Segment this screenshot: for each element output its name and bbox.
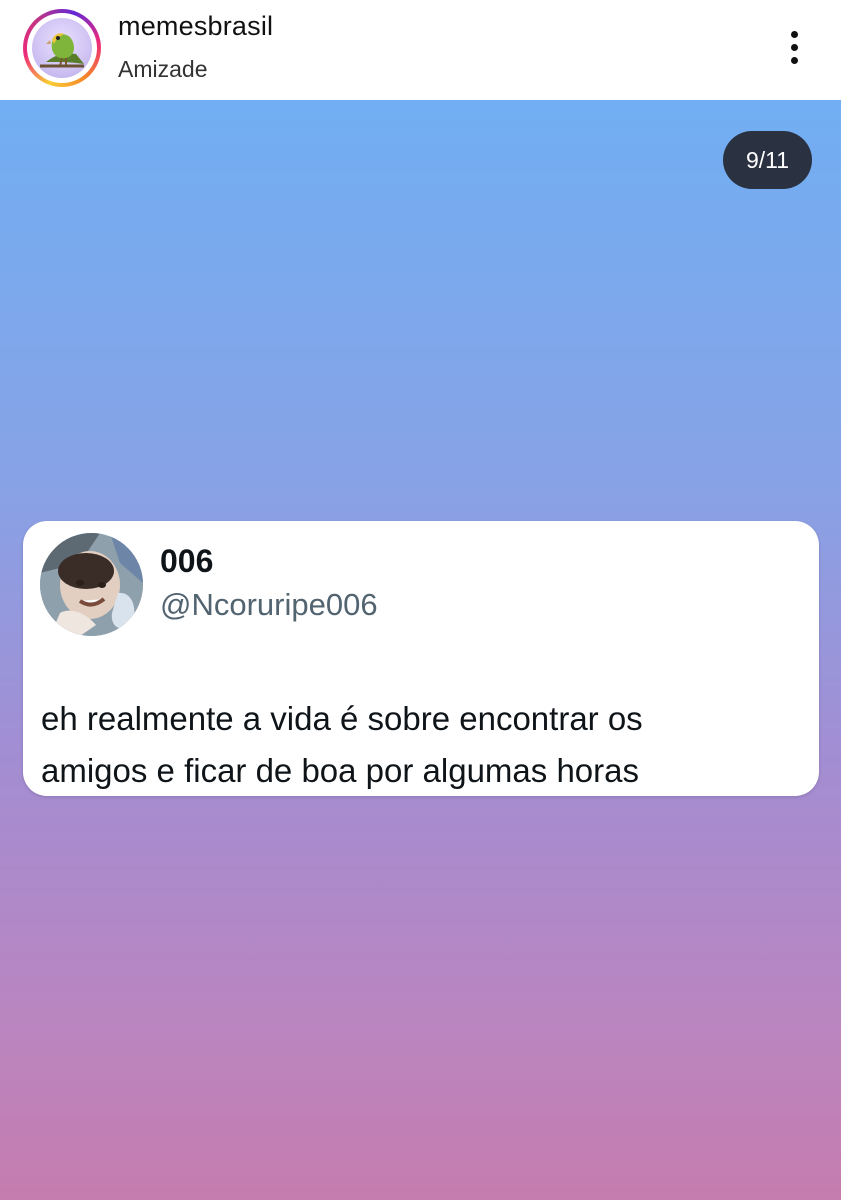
account-subtitle[interactable]: Amizade — [118, 56, 207, 83]
story-ring[interactable] — [23, 9, 101, 87]
more-vertical-icon — [791, 31, 798, 38]
account-name[interactable]: memesbrasil — [118, 11, 273, 42]
tweet-text-line-1: eh realmente a vida é sobre encontrar os — [41, 700, 643, 737]
tweet-handle: @Ncoruripe006 — [160, 587, 378, 622]
profile-photo-icon — [40, 533, 143, 636]
avatar-border — [27, 13, 97, 83]
tweet-text: eh realmente a vida é sobre encontrar os… — [41, 693, 811, 797]
tweet-card: 006 @Ncoruripe006 eh realmente a vida é … — [23, 521, 819, 796]
more-vertical-icon-dot-3 — [791, 57, 798, 64]
more-vertical-icon-dot-2 — [791, 44, 798, 51]
tweet-display-name: 006 — [160, 543, 214, 579]
tweet-text-line-2: amigos e ficar de boa por algumas horas — [41, 752, 639, 789]
more-options-button[interactable] — [775, 26, 815, 70]
account-avatar[interactable] — [32, 18, 92, 78]
post-header: memesbrasil Amizade — [0, 0, 841, 100]
tweet-author-avatar — [40, 533, 143, 636]
parrot-icon — [40, 33, 84, 68]
carousel-counter-badge: 9/11 — [723, 131, 812, 189]
